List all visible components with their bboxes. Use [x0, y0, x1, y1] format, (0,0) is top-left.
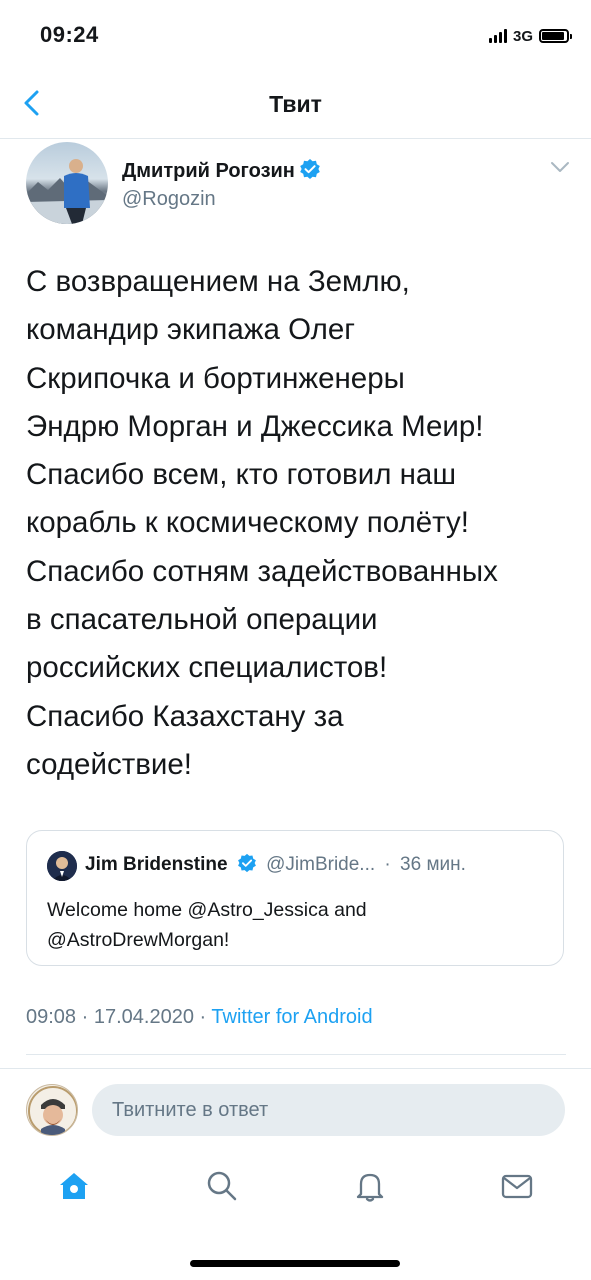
quoted-text: Welcome home @Astro_Jessica and @AstroDr… [47, 899, 367, 951]
network-type: 3G [512, 27, 533, 45]
reply-bar: Твитните в ответ [0, 1080, 591, 1140]
tweet-time: 09:08 [26, 1006, 77, 1028]
author-name[interactable]: Дмитрий Рогозин [122, 158, 321, 186]
tweet-date: 17.04.2020 [93, 1006, 194, 1028]
divider [26, 1054, 566, 1055]
divider [0, 1068, 591, 1069]
tweet-header: Дмитрий Рогозин @Rogozin [26, 142, 572, 226]
quoted-avatar [47, 851, 77, 881]
verified-badge-icon [299, 158, 321, 186]
quoted-time: 36 мин. [400, 854, 466, 875]
home-indicator [190, 1260, 400, 1267]
search-icon[interactable] [204, 1168, 240, 1204]
author-handle[interactable]: @Rogozin [122, 188, 216, 211]
avatar[interactable] [26, 142, 108, 224]
tweet-source-link[interactable]: Twitter for Android [211, 1006, 372, 1028]
separator-dot: · [81, 1006, 89, 1028]
messages-icon[interactable] [499, 1168, 535, 1204]
status-indicators: 3G [488, 26, 572, 46]
separator-dot: · [199, 1006, 207, 1028]
status-time: 09:24 [40, 22, 99, 47]
home-icon[interactable] [56, 1168, 92, 1204]
separator-dot: · [384, 854, 391, 875]
verified-badge-icon [237, 853, 257, 879]
user-avatar[interactable] [26, 1084, 78, 1136]
notifications-icon[interactable] [352, 1168, 388, 1204]
status-bar: 09:24 3G [0, 0, 591, 70]
page-title: Твит [269, 91, 322, 117]
tab-bar [0, 1160, 591, 1220]
quoted-author-name: Jim Bridenstine [85, 854, 228, 875]
nav-bar: Твит [0, 70, 591, 139]
signal-icon [488, 29, 507, 43]
chevron-down-icon[interactable] [550, 160, 570, 174]
tweet-text: С возвращением на Землю, командир экипаж… [26, 265, 498, 781]
reply-input[interactable]: Твитните в ответ [92, 1084, 565, 1136]
tweet-meta: 09:08 · 17.04.2020 · Twitter for Android [26, 1006, 373, 1029]
quoted-author-handle: @JimBride... [266, 854, 376, 875]
quoted-tweet-card[interactable]: Jim Bridenstine @JimBride... · 36 мин. W… [26, 830, 564, 966]
author-name-text: Дмитрий Рогозин [122, 160, 295, 182]
battery-icon [539, 29, 572, 43]
quoted-header: Jim Bridenstine @JimBride... · 36 мин. [85, 853, 466, 879]
